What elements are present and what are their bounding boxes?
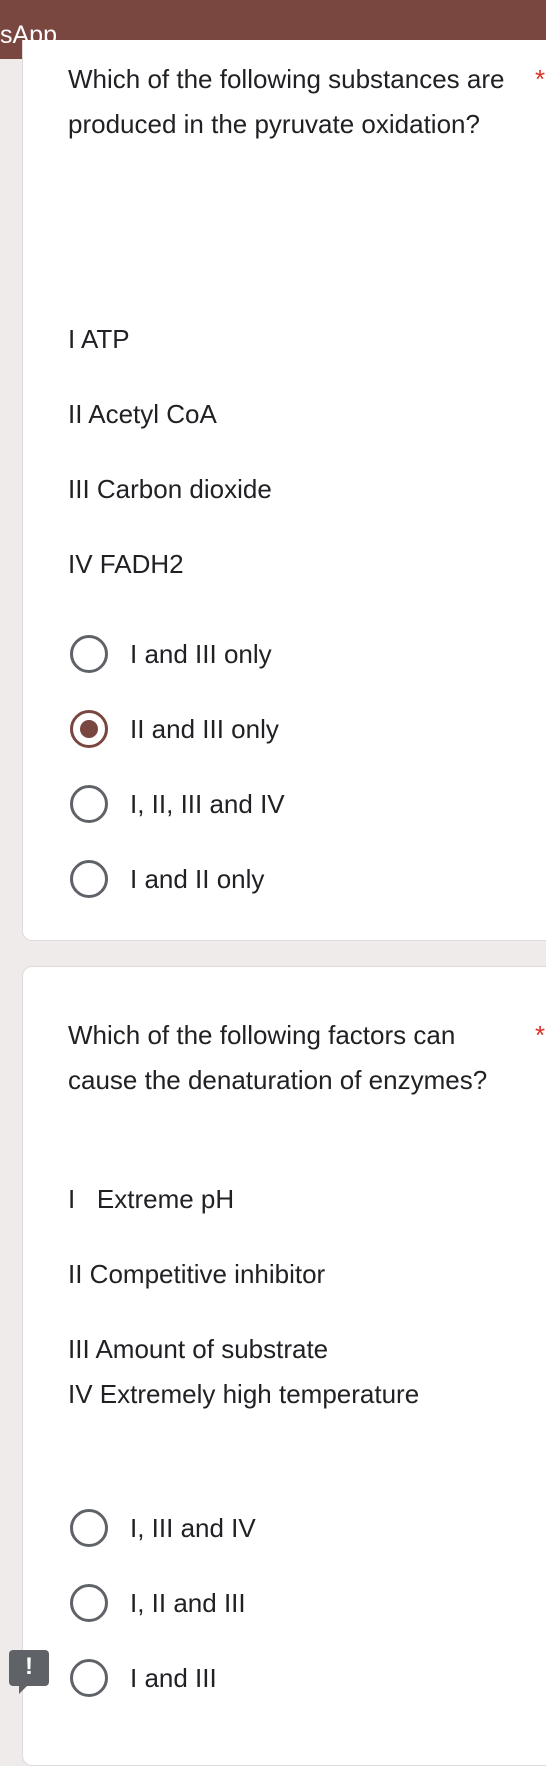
statement-item: III Amount of substrate (68, 1334, 329, 1364)
option-i-and-iii[interactable]: I and III (68, 1658, 528, 1698)
option-label: I, III and IV (130, 1513, 256, 1543)
statement-item: II Competitive inhibitor (68, 1259, 326, 1289)
radio-unchecked-icon[interactable] (70, 860, 108, 898)
question-title: Which of the following factors can cause… (68, 1020, 488, 1095)
option-ii-and-iii-only[interactable]: II and III only (68, 709, 528, 749)
option-label: I and III (130, 1663, 217, 1693)
option-i-iii-and-iv[interactable]: I, III and IV (68, 1508, 528, 1548)
feedback-icon[interactable]: ! (9, 1650, 49, 1694)
required-asterisk: * (535, 1020, 546, 1050)
statement-item: I ATP (68, 324, 130, 354)
radio-checked-icon[interactable] (70, 710, 108, 748)
option-i-and-ii-only[interactable]: I and II only (68, 859, 528, 899)
option-i-ii-and-iii[interactable]: I, II and III (68, 1583, 528, 1623)
question-card-1: Which of the following substances are pr… (22, 40, 546, 941)
option-label: II and III only (130, 714, 279, 744)
radio-unchecked-icon[interactable] (70, 1509, 108, 1547)
option-label: I, II and III (130, 1588, 246, 1618)
statement-item: II Acetyl CoA (68, 399, 217, 429)
question-title: Which of the following substances are pr… (68, 64, 505, 139)
radio-unchecked-icon[interactable] (70, 1584, 108, 1622)
option-label: I and III only (130, 639, 272, 669)
feedback-glyph: ! (25, 1653, 33, 1680)
question-card-2: Which of the following factors can cause… (22, 966, 546, 1766)
option-i-and-iii-only[interactable]: I and III only (68, 634, 528, 674)
option-i-ii-iii-and-iv[interactable]: I, II, III and IV (68, 784, 528, 824)
statement-item: I Extreme pH (68, 1184, 235, 1214)
option-label: I, II, III and IV (130, 789, 285, 819)
required-asterisk: * (535, 64, 546, 94)
radio-unchecked-icon[interactable] (70, 785, 108, 823)
radio-unchecked-icon[interactable] (70, 1659, 108, 1697)
statement-item: IV FADH2 (68, 549, 184, 579)
radio-unchecked-icon[interactable] (70, 635, 108, 673)
statement-item: III Carbon dioxide (68, 474, 272, 504)
option-label: I and II only (130, 864, 265, 894)
statement-item: IV Extremely high temperature (68, 1379, 420, 1409)
